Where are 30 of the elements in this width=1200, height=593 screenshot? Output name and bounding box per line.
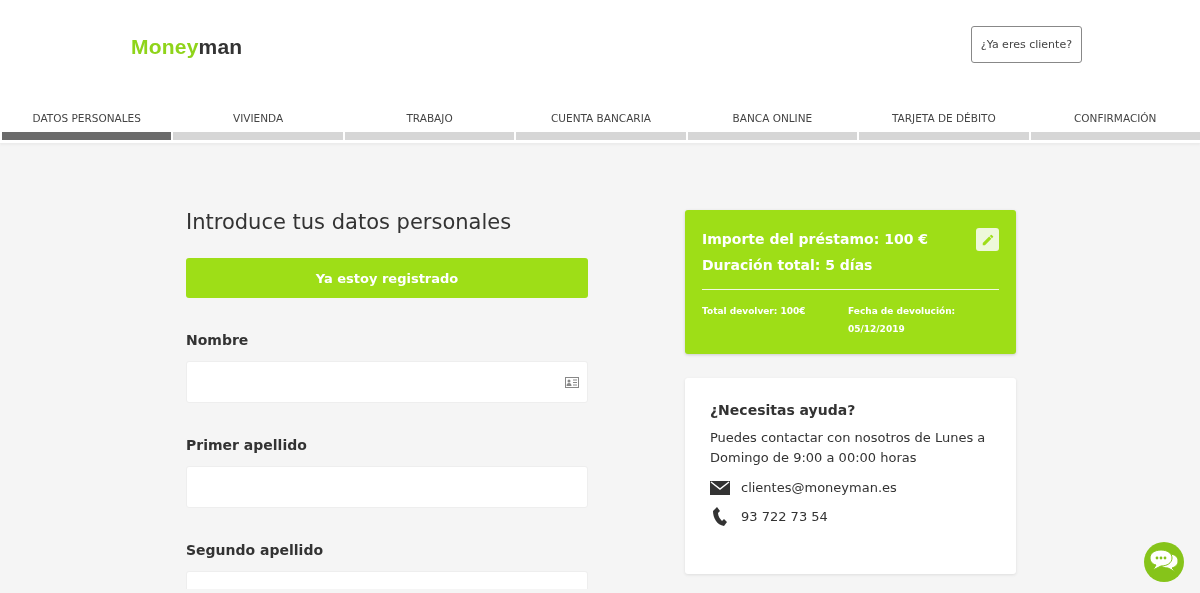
step-tab[interactable]: BANCA ONLINE	[687, 100, 858, 140]
input-field[interactable]	[186, 361, 588, 403]
phone-icon	[710, 507, 730, 526]
step-tab[interactable]: DATOS PERSONALES	[2, 100, 172, 140]
repay-date: 05/12/2019	[848, 323, 906, 336]
step-tab[interactable]: CONFIRMACIÓN	[1030, 100, 1200, 140]
help-title: ¿Necesitas ayuda?	[710, 402, 857, 418]
email-link[interactable]: clientes@moneyman.es	[741, 480, 897, 495]
client-login-button[interactable]: ¿Ya eres cliente?	[970, 25, 1082, 63]
form-title: Introduce tus datos personales	[186, 210, 513, 234]
step-tab[interactable]: TRABAJO	[344, 100, 515, 140]
field-label: Segundo apellido	[186, 542, 325, 558]
field-label: Primer apellido	[186, 437, 308, 453]
step-tab[interactable]: VIVIENDA	[173, 100, 343, 140]
help-text: Puedes contactar con nosotros de Lunes a Domingo de 9:00 a 00:00 horas	[710, 429, 987, 467]
contact-card-icon	[565, 376, 579, 388]
repay-date-label: Fecha de devolución:	[848, 305, 956, 318]
loan-amount: Importe del préstamo: 100 €	[702, 230, 928, 249]
envelope-icon	[710, 480, 730, 495]
loan-duration: Duración total: 5 días	[702, 256, 874, 275]
logo[interactable]: Moneyman	[131, 35, 243, 59]
step-tab[interactable]: CUENTA BANCARIA	[516, 100, 686, 140]
field-label: Nombre	[186, 332, 250, 348]
chat-button[interactable]	[1144, 542, 1184, 582]
phone-number[interactable]: 93 722 73 54	[741, 509, 828, 524]
edit-button[interactable]	[976, 228, 999, 251]
total-repay: Total devolver: 100€	[702, 305, 807, 318]
step-tab[interactable]: TARJETA DE DÉBITO	[859, 100, 1029, 140]
pencil-icon	[980, 232, 995, 247]
chat-icon	[1149, 549, 1179, 575]
